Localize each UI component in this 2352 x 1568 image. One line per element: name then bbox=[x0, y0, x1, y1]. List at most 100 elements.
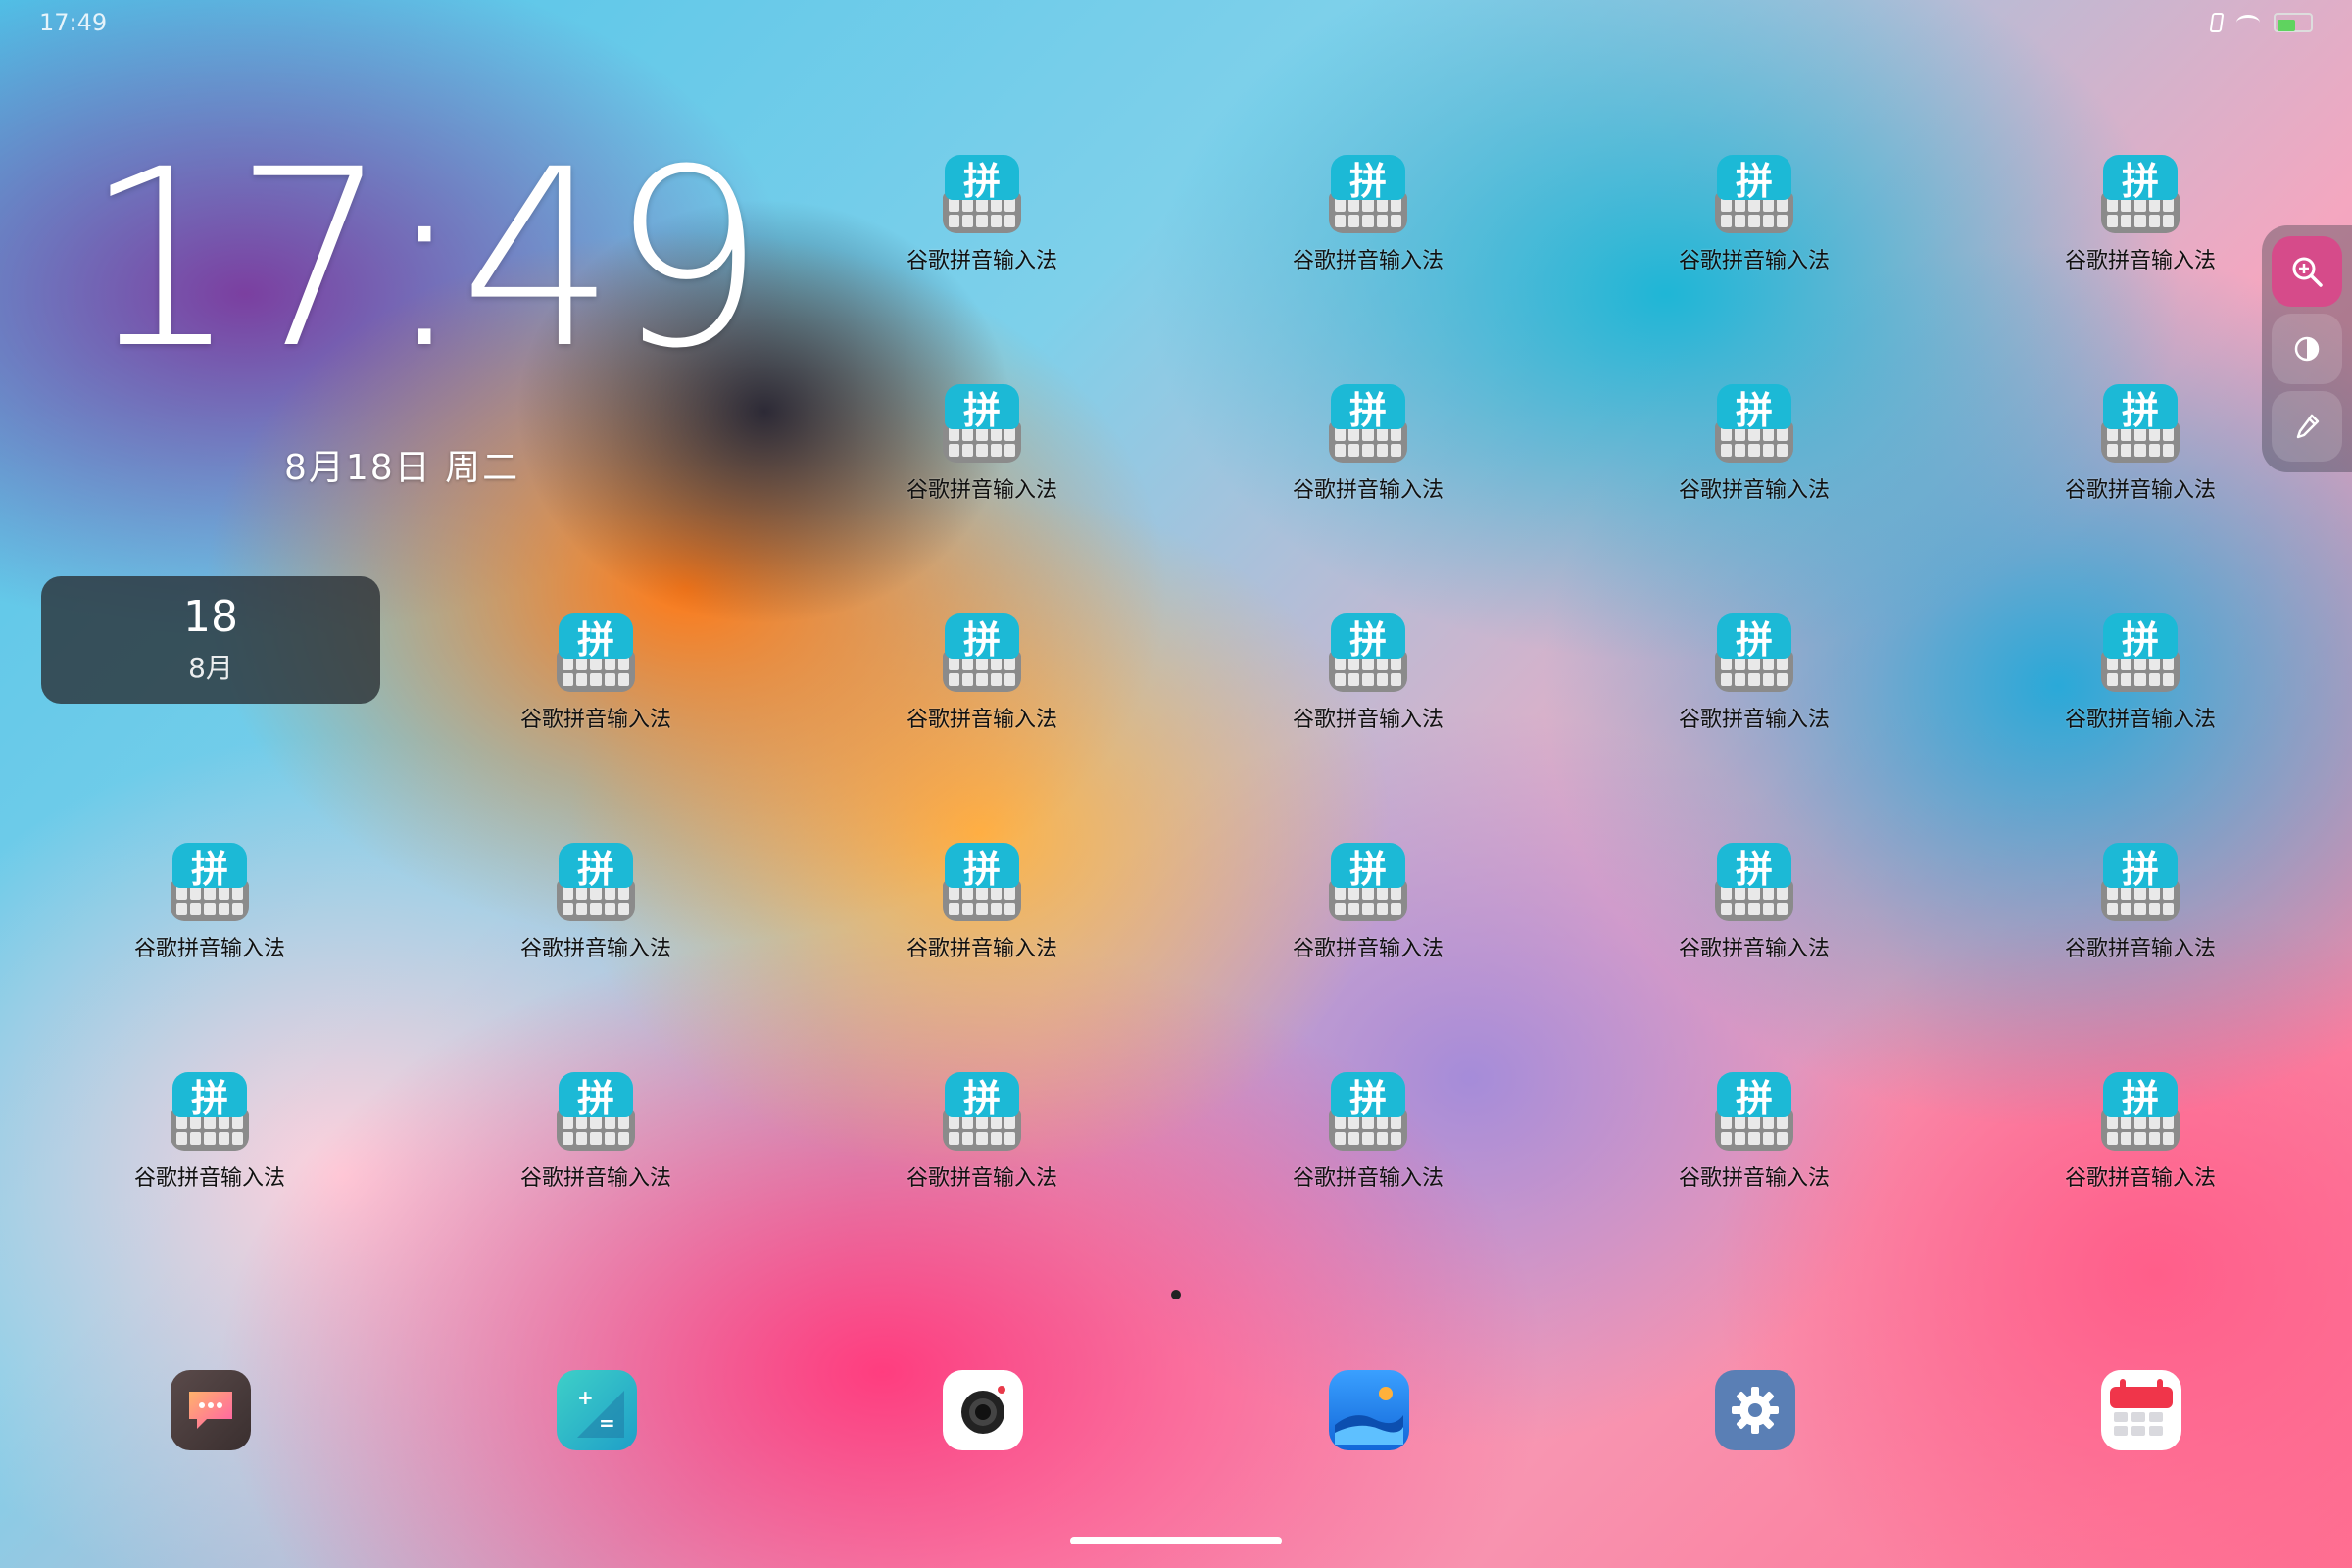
app-label: 谷歌拼音输入法 bbox=[519, 1166, 671, 1191]
app-google-pinyin-input[interactable]: 拼谷歌拼音输入法 bbox=[468, 613, 723, 760]
bluetooth-icon bbox=[2209, 13, 2225, 32]
pinyin-keyboard-icon: 拼 bbox=[1329, 1072, 1407, 1151]
picker-tool-button[interactable] bbox=[2272, 390, 2342, 462]
pinyin-glyph: 拼 bbox=[1331, 613, 1405, 662]
clock: 17:49 bbox=[83, 117, 765, 402]
zoom-icon bbox=[2292, 257, 2323, 288]
app-google-pinyin-input[interactable]: 拼谷歌拼音输入法 bbox=[468, 843, 723, 990]
wifi-icon bbox=[2236, 15, 2260, 30]
pinyin-keyboard-icon: 拼 bbox=[943, 1072, 1021, 1151]
calendar-widget-month: 8月 bbox=[188, 652, 233, 685]
pinyin-glyph: 拼 bbox=[1717, 1072, 1791, 1120]
app-label: 谷歌拼音输入法 bbox=[2064, 249, 2216, 273]
zoom-tool-button[interactable] bbox=[2272, 236, 2342, 308]
pinyin-keyboard-icon: 拼 bbox=[1329, 613, 1407, 692]
app-label: 谷歌拼音输入法 bbox=[519, 708, 671, 732]
app-google-pinyin-input[interactable]: 拼谷歌拼音输入法 bbox=[1241, 384, 1495, 531]
pinyin-glyph: 拼 bbox=[2103, 613, 2178, 662]
dock-settings[interactable] bbox=[1715, 1370, 1795, 1450]
dock-calculator[interactable]: + = bbox=[557, 1370, 637, 1450]
pinyin-keyboard-icon: 拼 bbox=[557, 843, 635, 921]
app-google-pinyin-input[interactable]: 拼谷歌拼音输入法 bbox=[1627, 843, 1882, 990]
app-label: 谷歌拼音输入法 bbox=[519, 937, 671, 961]
contrast-tool-button[interactable] bbox=[2272, 313, 2342, 384]
app-label: 谷歌拼音输入法 bbox=[1678, 249, 1830, 273]
calculator-icon: + = bbox=[577, 1386, 624, 1438]
pinyin-glyph: 拼 bbox=[172, 1072, 247, 1120]
pinyin-keyboard-icon: 拼 bbox=[943, 613, 1021, 692]
app-label: 谷歌拼音输入法 bbox=[1292, 937, 1444, 961]
app-label: 谷歌拼音输入法 bbox=[1678, 1166, 1830, 1191]
pinyin-glyph: 拼 bbox=[1331, 843, 1405, 891]
app-google-pinyin-input[interactable]: 拼谷歌拼音输入法 bbox=[1627, 384, 1882, 531]
app-google-pinyin-input[interactable]: 拼谷歌拼音输入法 bbox=[2013, 155, 2268, 302]
pinyin-keyboard-icon: 拼 bbox=[1715, 1072, 1793, 1151]
app-google-pinyin-input[interactable]: 拼谷歌拼音输入法 bbox=[1627, 613, 1882, 760]
pinyin-keyboard-icon: 拼 bbox=[1715, 613, 1793, 692]
pinyin-keyboard-icon: 拼 bbox=[1715, 155, 1793, 233]
app-google-pinyin-input[interactable]: 拼谷歌拼音输入法 bbox=[1241, 843, 1495, 990]
app-google-pinyin-input[interactable]: 拼谷歌拼音输入法 bbox=[468, 1072, 723, 1219]
app-google-pinyin-input[interactable]: 拼谷歌拼音输入法 bbox=[855, 155, 1109, 302]
svg-text:+: + bbox=[577, 1386, 594, 1409]
status-icons bbox=[2209, 13, 2313, 32]
app-label: 谷歌拼音输入法 bbox=[906, 1166, 1057, 1191]
date-text: 8月18日 周二 bbox=[284, 448, 520, 488]
calendar-widget[interactable]: 18 8月 bbox=[41, 576, 380, 704]
gear-icon bbox=[1732, 1387, 1779, 1434]
page-indicator[interactable] bbox=[1171, 1290, 1181, 1299]
app-google-pinyin-input[interactable]: 拼谷歌拼音输入法 bbox=[1241, 155, 1495, 302]
pinyin-keyboard-icon: 拼 bbox=[171, 843, 249, 921]
pinyin-keyboard-icon: 拼 bbox=[943, 155, 1021, 233]
pinyin-keyboard-icon: 拼 bbox=[171, 1072, 249, 1151]
pinyin-keyboard-icon: 拼 bbox=[1715, 843, 1793, 921]
pinyin-keyboard-icon: 拼 bbox=[1329, 155, 1407, 233]
app-label: 谷歌拼音输入法 bbox=[2064, 708, 2216, 732]
app-google-pinyin-input[interactable]: 拼谷歌拼音输入法 bbox=[2013, 1072, 2268, 1219]
pinyin-keyboard-icon: 拼 bbox=[943, 384, 1021, 463]
pinyin-keyboard-icon: 拼 bbox=[2101, 613, 2180, 692]
pinyin-keyboard-icon: 拼 bbox=[557, 1072, 635, 1151]
pinyin-glyph: 拼 bbox=[1717, 384, 1791, 432]
pinyin-glyph: 拼 bbox=[2103, 1072, 2178, 1120]
svg-text:=: = bbox=[599, 1411, 615, 1435]
dock-calendar[interactable] bbox=[2101, 1370, 2181, 1450]
app-label: 谷歌拼音输入法 bbox=[1678, 478, 1830, 503]
pinyin-keyboard-icon: 拼 bbox=[2101, 155, 2180, 233]
pinyin-keyboard-icon: 拼 bbox=[1329, 384, 1407, 463]
app-label: 谷歌拼音输入法 bbox=[906, 249, 1057, 273]
app-label: 谷歌拼音输入法 bbox=[2064, 937, 2216, 961]
app-google-pinyin-input[interactable]: 拼谷歌拼音输入法 bbox=[855, 1072, 1109, 1219]
app-google-pinyin-input[interactable]: 拼谷歌拼音输入法 bbox=[1627, 1072, 1882, 1219]
app-google-pinyin-input[interactable]: 拼谷歌拼音输入法 bbox=[2013, 843, 2268, 990]
app-google-pinyin-input[interactable]: 拼谷歌拼音输入法 bbox=[855, 384, 1109, 531]
app-google-pinyin-input[interactable]: 拼谷歌拼音输入法 bbox=[1241, 1072, 1495, 1219]
home-indicator[interactable] bbox=[1070, 1537, 1282, 1544]
battery-fill bbox=[2278, 20, 2295, 31]
pinyin-glyph: 拼 bbox=[559, 1072, 633, 1120]
app-label: 谷歌拼音输入法 bbox=[906, 478, 1057, 503]
dock-gallery[interactable] bbox=[1329, 1370, 1409, 1450]
eyedropper-icon bbox=[2296, 414, 2320, 438]
dock-camera[interactable] bbox=[943, 1370, 1023, 1450]
app-google-pinyin-input[interactable]: 拼谷歌拼音输入法 bbox=[1241, 613, 1495, 760]
calendar-widget-day: 18 bbox=[183, 591, 238, 642]
app-label: 谷歌拼音输入法 bbox=[1292, 708, 1444, 732]
pinyin-glyph: 拼 bbox=[945, 384, 1019, 432]
app-google-pinyin-input[interactable]: 拼谷歌拼音输入法 bbox=[82, 843, 337, 990]
app-label: 谷歌拼音输入法 bbox=[1292, 478, 1444, 503]
message-icon bbox=[189, 1392, 232, 1429]
pinyin-glyph: 拼 bbox=[1717, 613, 1791, 662]
dock-messages[interactable] bbox=[171, 1370, 251, 1450]
app-google-pinyin-input[interactable]: 拼谷歌拼音输入法 bbox=[82, 1072, 337, 1219]
app-google-pinyin-input[interactable]: 拼谷歌拼音输入法 bbox=[1627, 155, 1882, 302]
app-google-pinyin-input[interactable]: 拼谷歌拼音输入法 bbox=[855, 613, 1109, 760]
pinyin-glyph: 拼 bbox=[559, 843, 633, 891]
calendar-icon bbox=[2110, 1379, 2173, 1436]
pinyin-glyph: 拼 bbox=[945, 1072, 1019, 1120]
status-bar: 17:49 bbox=[0, 0, 2352, 45]
app-google-pinyin-input[interactable]: 拼谷歌拼音输入法 bbox=[2013, 384, 2268, 531]
pinyin-glyph: 拼 bbox=[945, 613, 1019, 662]
app-google-pinyin-input[interactable]: 拼谷歌拼音输入法 bbox=[855, 843, 1109, 990]
app-google-pinyin-input[interactable]: 拼谷歌拼音输入法 bbox=[2013, 613, 2268, 760]
